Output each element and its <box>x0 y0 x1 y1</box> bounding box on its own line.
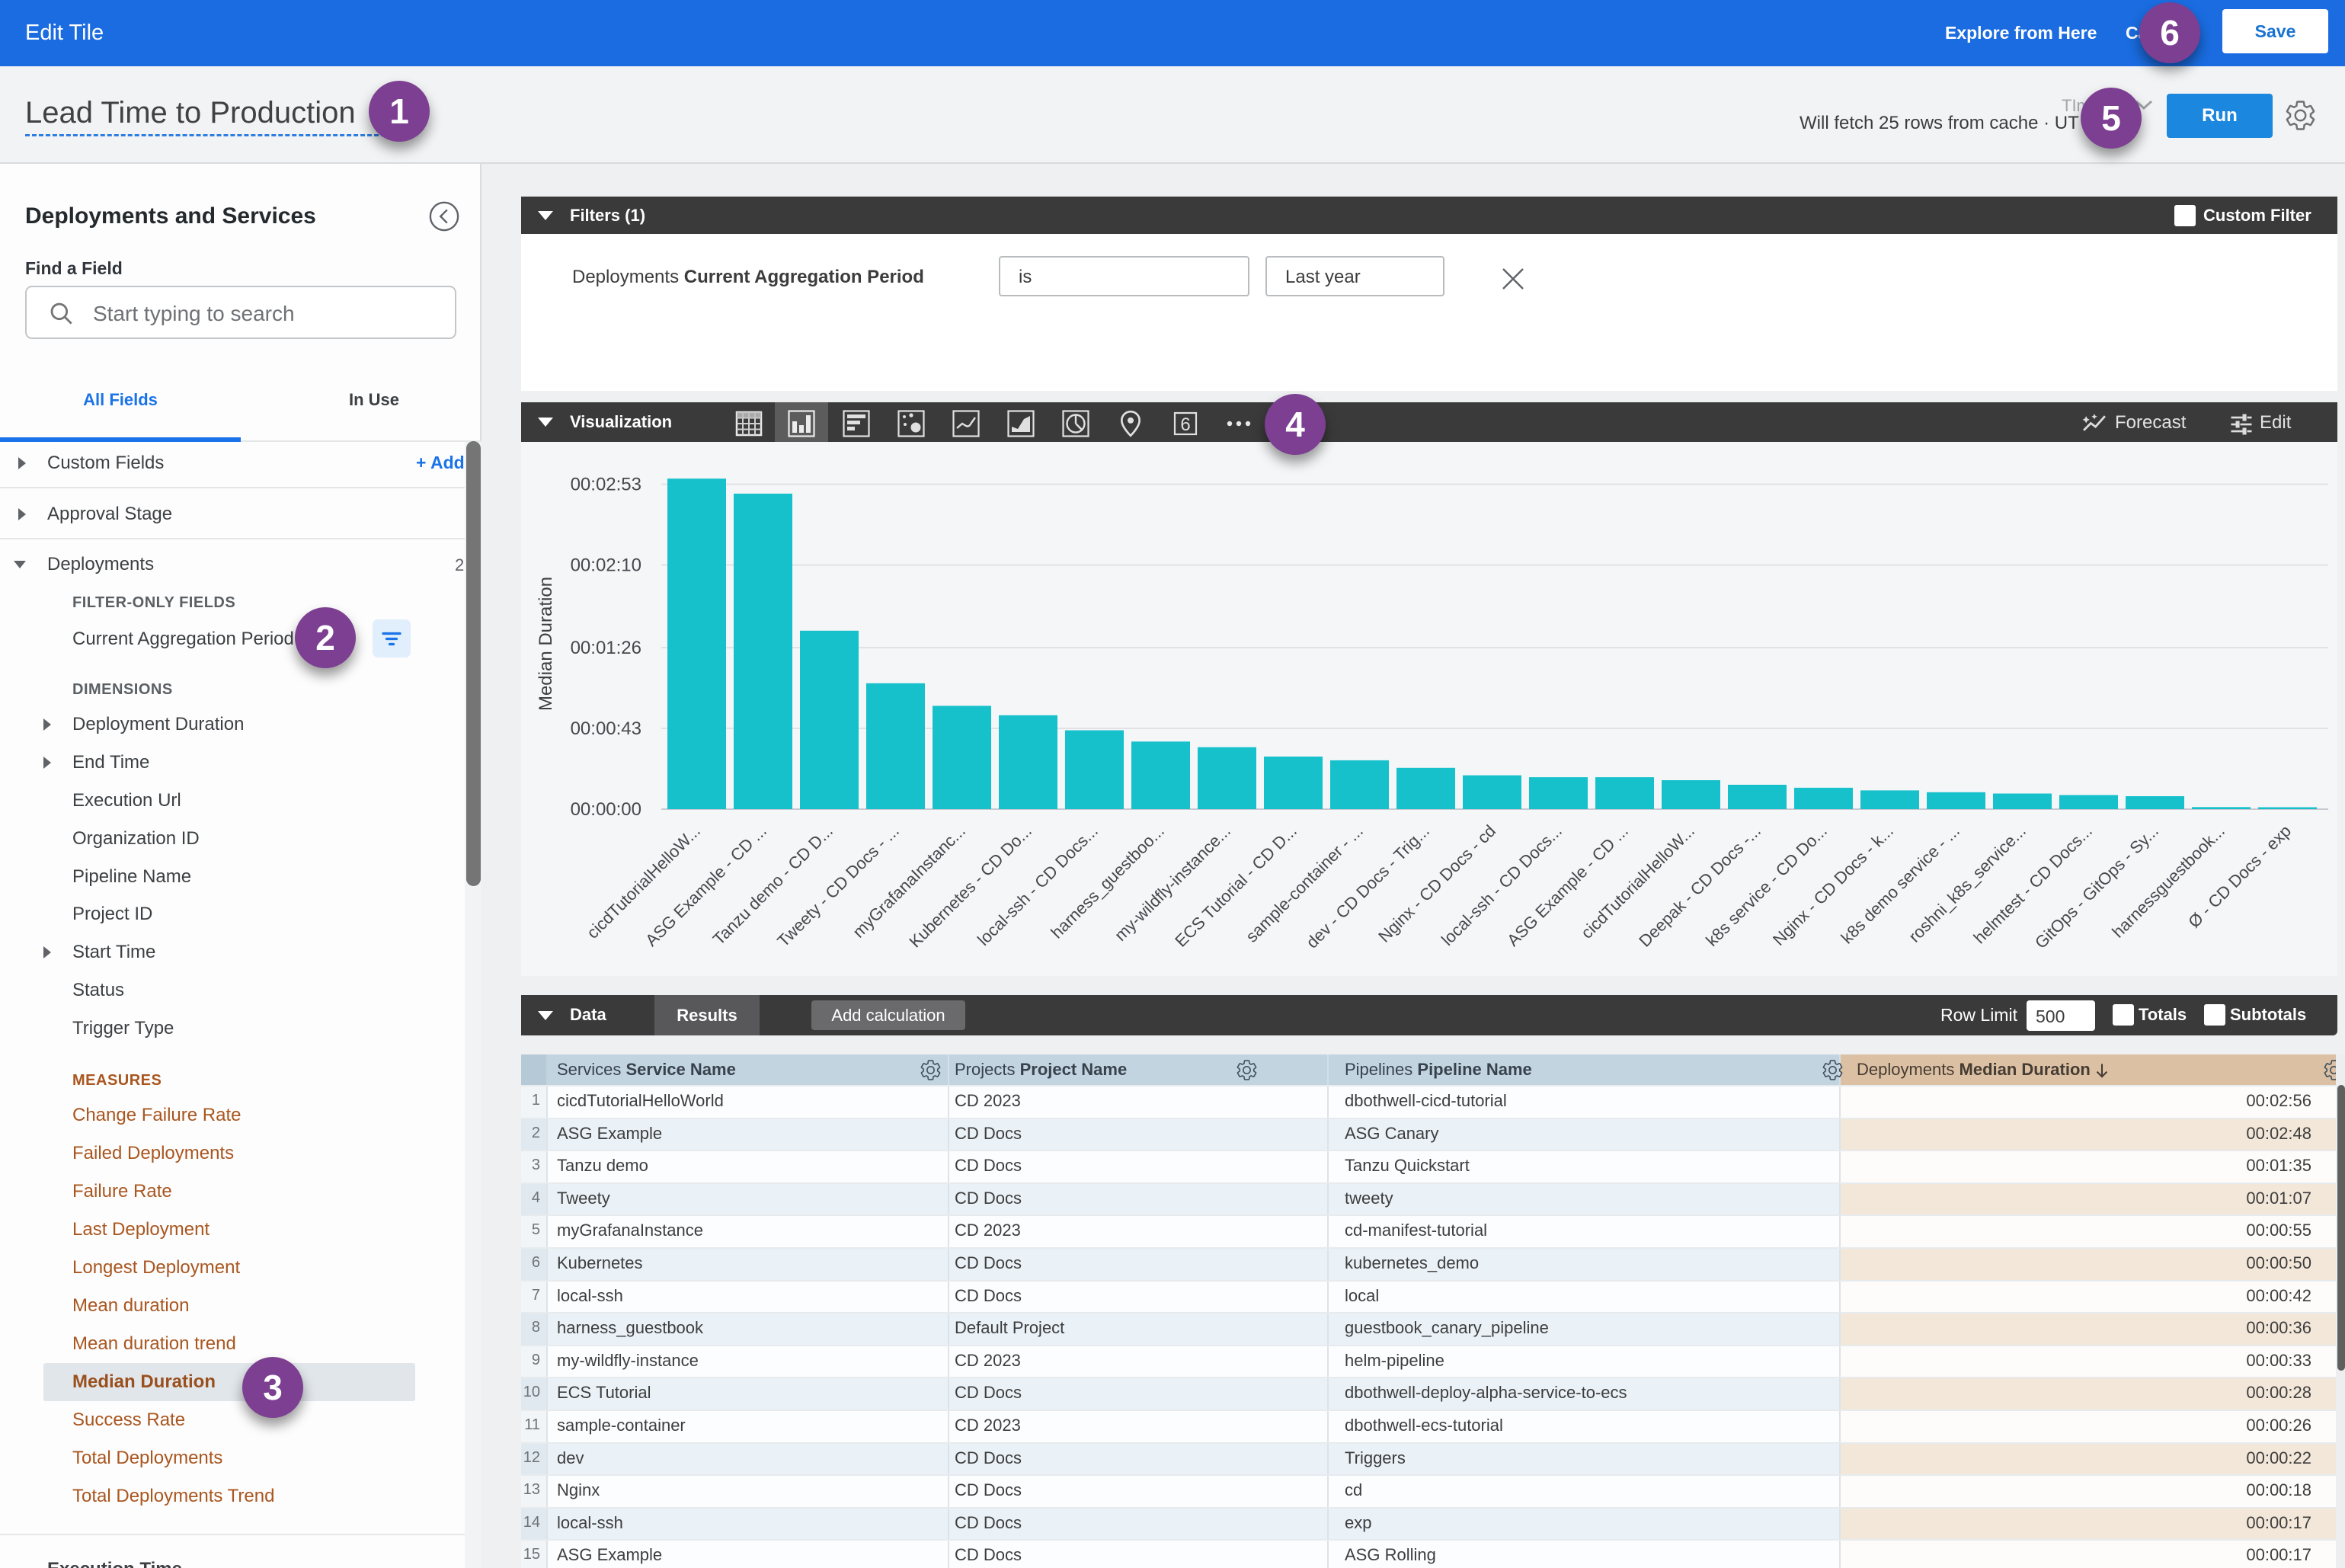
svg-text:Median Duration: Median Duration <box>536 577 556 711</box>
svg-text:00:00:00: 00:00:00 <box>571 799 641 820</box>
svg-text:00:02:10: 00:02:10 <box>571 555 641 576</box>
svg-text:00:00:43: 00:00:43 <box>571 718 641 739</box>
svg-text:6: 6 <box>1180 414 1190 435</box>
svg-text:00:02:53: 00:02:53 <box>571 475 641 495</box>
svg-text:00:01:26: 00:01:26 <box>571 638 641 658</box>
